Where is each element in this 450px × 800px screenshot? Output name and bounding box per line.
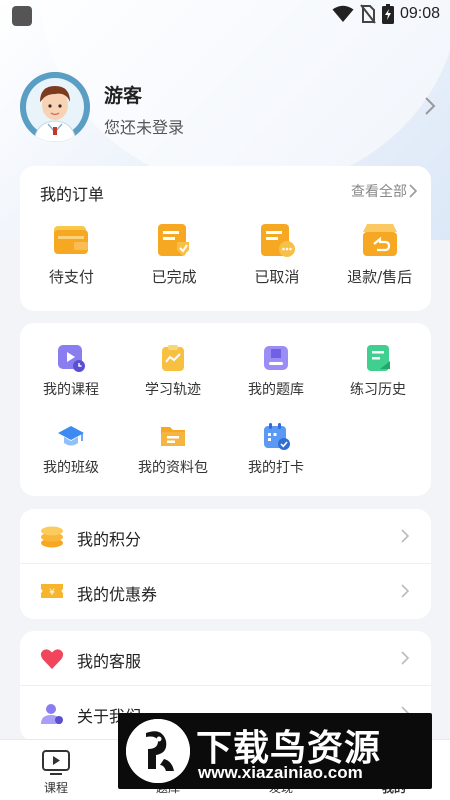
question-bank-icon [264, 346, 288, 370]
notification-icon [12, 6, 32, 26]
practice-history-icon [367, 345, 390, 371]
points-coupons-card: 我的积分 ¥ 我的优惠券 [20, 509, 431, 619]
status-icons: 09:08 [332, 4, 440, 24]
chevron-right-icon[interactable] [409, 184, 417, 198]
tool-my-courses[interactable]: 我的课程 [20, 343, 122, 399]
order-pending-payment[interactable]: 待支付 [20, 222, 123, 287]
view-all-orders-link[interactable]: 查看全部 [351, 181, 407, 201]
status-time: 09:08 [399, 5, 440, 22]
calendar-check-icon [264, 423, 290, 450]
svg-text:¥: ¥ [49, 588, 55, 598]
watermark-url: www.xiazainiao.com [198, 763, 363, 782]
order-cancelled-icon [260, 224, 295, 257]
chevron-right-icon [401, 529, 409, 543]
order-item-label: 已取消 [254, 268, 300, 286]
chevron-right-icon[interactable] [424, 96, 436, 116]
wallet-icon [54, 226, 89, 254]
login-prompt[interactable]: 您还未登录 [104, 114, 184, 138]
tool-label: 我的班级 [43, 460, 99, 476]
coins-icon [41, 526, 63, 548]
profile-header[interactable]: 游客 您还未登录 [20, 72, 440, 142]
list-item-label: 我的优惠券 [77, 585, 158, 604]
avatar-illustration [20, 72, 90, 142]
order-cancelled[interactable]: 已取消 [226, 222, 329, 287]
tool-check-in[interactable]: 我的打卡 [225, 421, 327, 477]
tool-learning-track[interactable]: 学习轨迹 [122, 343, 224, 399]
order-item-label: 待支付 [48, 268, 94, 286]
tool-label: 我的打卡 [248, 460, 304, 476]
list-item-coupons[interactable]: ¥ 我的优惠券 [20, 564, 431, 619]
watermark-logo [126, 719, 190, 783]
chevron-right-icon [401, 584, 409, 598]
list-item-points[interactable]: 我的积分 [20, 509, 431, 564]
learning-track-icon [162, 345, 184, 371]
bird-logo-icon [126, 719, 190, 783]
tool-label: 学习轨迹 [145, 382, 201, 398]
folder-icon [161, 427, 185, 446]
order-completed[interactable]: 已完成 [123, 222, 226, 287]
about-user-icon [41, 704, 63, 724]
profile-name: 游客 [104, 85, 143, 107]
list-item-label: 我的积分 [77, 530, 142, 549]
refund-icon [362, 224, 397, 256]
avatar[interactable] [20, 72, 90, 142]
list-item-label: 我的客服 [77, 652, 142, 671]
coupon-icon: ¥ [41, 584, 63, 598]
tool-materials-pack[interactable]: 我的资料包 [122, 421, 224, 477]
status-bar: 09:08 [0, 0, 450, 32]
no-sim-icon [360, 4, 376, 24]
order-completed-icon [158, 224, 190, 256]
order-item-label: 已完成 [151, 268, 197, 286]
list-item-customer-service[interactable]: 我的客服 [20, 631, 431, 686]
graduation-cap-icon [58, 426, 84, 446]
chevron-right-icon [401, 651, 409, 665]
order-refund[interactable]: 退款/售后 [328, 222, 431, 287]
tool-label: 我的课程 [43, 382, 99, 398]
tool-label: 我的资料包 [138, 460, 208, 476]
orders-card: 我的订单 查看全部 待支付 已完成 已取消 退款/售后 [20, 166, 431, 311]
tool-label: 练习历史 [350, 382, 406, 398]
wifi-icon [332, 5, 354, 22]
course-video-icon [58, 345, 85, 372]
tool-practice-history[interactable]: 练习历史 [327, 343, 429, 399]
tool-my-class[interactable]: 我的班级 [20, 421, 122, 477]
tab-courses[interactable]: 课程 [0, 740, 112, 800]
battery-icon [381, 4, 394, 24]
order-status-row: 待支付 已完成 已取消 退款/售后 [20, 222, 431, 287]
heart-icon [40, 649, 64, 669]
watermark-banner: 下载鸟资源 www.xiazainiao.com [118, 713, 432, 789]
orders-title: 我的订单 [40, 185, 105, 204]
play-screen-icon [42, 750, 70, 775]
tool-label: 我的题库 [248, 382, 304, 398]
tool-question-bank[interactable]: 我的题库 [225, 343, 327, 399]
tools-grid-card: 我的课程 学习轨迹 我的题库 练习历史 我的班级 我的资料包 我的打卡 [20, 323, 431, 496]
order-item-label: 退款/售后 [347, 268, 413, 286]
tab-label: 课程 [43, 781, 68, 795]
